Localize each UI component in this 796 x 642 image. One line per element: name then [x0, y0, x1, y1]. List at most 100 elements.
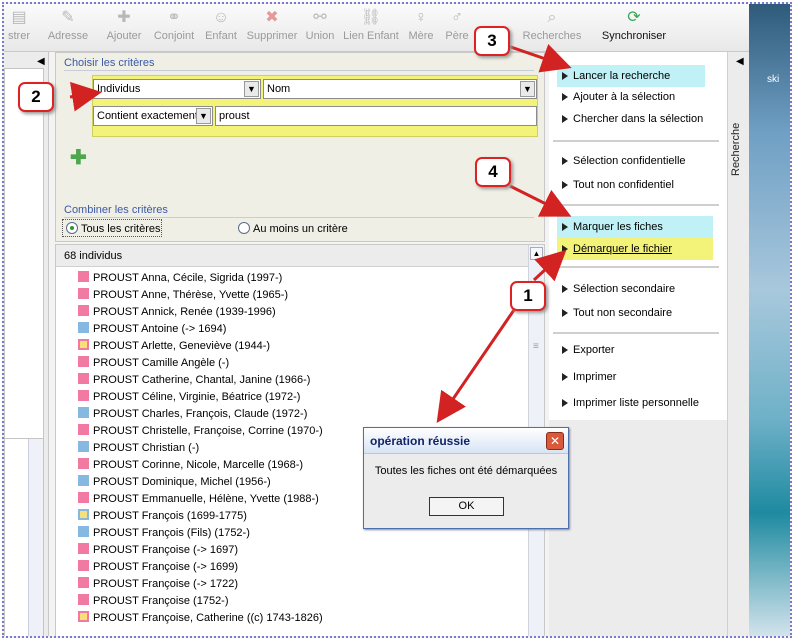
- chevron-down-icon[interactable]: ▼: [244, 81, 259, 97]
- toolbar-spouse-button[interactable]: ⚭ Conjoint: [150, 8, 198, 48]
- list-item-label: PROUST Camille Angèle (-): [93, 357, 230, 369]
- toolbar-father-button[interactable]: ♂ Père: [442, 8, 472, 48]
- field-select[interactable]: Nom ▼: [263, 79, 537, 99]
- screenshot-frame: ▤ strer ✎ Adresse ✚ Ajouter ⚭ Conjoint ☺ Enfa…: [2, 2, 792, 638]
- sex-marker-icon: [78, 339, 89, 350]
- left-panel-scrollbar[interactable]: [28, 439, 43, 636]
- callout-badge-4: 4: [475, 157, 511, 187]
- toolbar-mother-button[interactable]: ♀ Mère: [406, 8, 436, 48]
- list-item[interactable]: PROUST Antoine (-> 1694): [78, 321, 518, 338]
- chevron-down-icon[interactable]: ▼: [196, 108, 211, 124]
- radio-any-criterion[interactable]: Au moins un critère: [238, 222, 348, 235]
- list-item[interactable]: PROUST Catherine, Chantal, Janine (1966-…: [78, 372, 518, 389]
- list-item[interactable]: PROUST Françoise (-> 1697): [78, 542, 518, 559]
- list-item-label: PROUST Anna, Cécile, Sigrida (1997-): [93, 272, 283, 284]
- add-to-selection-button[interactable]: Ajouter à la sélection: [557, 86, 721, 108]
- sex-marker-icon: [78, 492, 89, 503]
- list-item[interactable]: PROUST Charles, François, Claude (1972-): [78, 406, 518, 423]
- list-item[interactable]: PROUST Camille Angèle (-): [78, 355, 518, 372]
- all-non-secondary-button[interactable]: Tout non secondaire: [557, 302, 721, 324]
- child-link-icon: ⛓: [360, 9, 382, 26]
- confidential-selection-button[interactable]: Sélection confidentielle: [557, 150, 721, 172]
- operator-select-value: Contient exactement: [97, 110, 198, 122]
- list-item-label: PROUST Céline, Virginie, Béatrice (1972-…: [93, 391, 301, 403]
- list-item-label: PROUST Françoise, Catherine ((c) 1743-18…: [93, 612, 323, 624]
- list-item[interactable]: PROUST Annick, Renée (1939-1996): [78, 304, 518, 321]
- toolbar-add-button[interactable]: ✚ Ajouter: [104, 8, 144, 48]
- collapse-right-icon[interactable]: ◀: [736, 56, 744, 67]
- toolbar-child-button[interactable]: ☺ Enfant: [202, 8, 240, 48]
- toolbar-delete-button[interactable]: ✖ Supprimer: [244, 8, 300, 48]
- list-item-label: PROUST Françoise (-> 1697): [93, 544, 238, 556]
- list-item[interactable]: PROUST Anna, Cécile, Sigrida (1997-): [78, 270, 518, 287]
- sync-icon: ⟳: [627, 9, 641, 26]
- mother-icon: ♀: [415, 9, 427, 26]
- sex-marker-icon: [78, 543, 89, 554]
- father-icon: ♂: [451, 9, 463, 26]
- toolbar-sync-button[interactable]: ⟳ Synchroniser: [598, 8, 670, 48]
- list-item[interactable]: PROUST Arlette, Geneviève (1944-): [78, 338, 518, 355]
- all-non-confidential-button[interactable]: Tout non confidentiel: [557, 174, 721, 196]
- main-toolbar: ▤ strer ✎ Adresse ✚ Ajouter ⚭ Conjoint ☺ Enfa…: [4, 4, 749, 52]
- list-item-label: PROUST Françoise (1752-): [93, 595, 229, 607]
- list-item[interactable]: PROUST Françoise (-> 1699): [78, 559, 518, 576]
- criteria-panel: Choisir les critères Individus ▼ Nom ▼ C…: [55, 52, 545, 242]
- list-item[interactable]: PROUST Céline, Virginie, Béatrice (1972-…: [78, 389, 518, 406]
- scroll-grip-icon[interactable]: ≡: [533, 341, 539, 352]
- dialog-message: Toutes les fiches ont été démarquées: [374, 465, 558, 477]
- close-icon[interactable]: ✕: [546, 432, 564, 450]
- list-item-label: PROUST Christelle, Françoise, Corrine (1…: [93, 425, 323, 437]
- sex-marker-icon: [78, 475, 89, 486]
- list-item-label: PROUST Catherine, Chantal, Janine (1966-…: [93, 374, 311, 386]
- export-button[interactable]: Exporter: [557, 339, 721, 361]
- list-item[interactable]: PROUST Françoise (1752-): [78, 593, 518, 610]
- launch-search-button[interactable]: Lancer la recherche: [557, 65, 705, 87]
- dialog-ok-button[interactable]: OK: [429, 497, 504, 516]
- sex-marker-icon: [78, 424, 89, 435]
- toolbar-address-button[interactable]: ✎ Adresse: [44, 8, 92, 48]
- search-in-selection-button[interactable]: Chercher dans la sélection: [557, 108, 721, 130]
- sex-marker-icon: [78, 509, 89, 520]
- secondary-selection-button[interactable]: Sélection secondaire: [557, 278, 721, 300]
- print-personal-list-button[interactable]: Imprimer liste personnelle: [557, 392, 721, 414]
- collapse-left-icon[interactable]: ◀: [37, 56, 45, 67]
- list-item-label: PROUST Annick, Renée (1939-1996): [93, 306, 276, 318]
- list-item-label: PROUST Antoine (-> 1694): [93, 323, 227, 335]
- add-criterion-icon[interactable]: ✚: [70, 145, 87, 170]
- union-icon: ⚯: [313, 9, 327, 26]
- list-item-label: PROUST Emmanuelle, Hélène, Yvette (1988-…: [93, 493, 319, 505]
- sex-marker-icon: [78, 305, 89, 316]
- unmark-file-button[interactable]: Démarquer le fichier: [557, 238, 713, 260]
- list-item[interactable]: PROUST Anne, Thérèse, Yvette (1965-): [78, 287, 518, 304]
- operator-select[interactable]: Contient exactement ▼: [93, 106, 213, 126]
- chevron-down-icon[interactable]: ▼: [520, 81, 535, 97]
- toolbar-union-button[interactable]: ⚯ Union: [304, 8, 336, 48]
- toolbar-child-link-button[interactable]: ⛓ Lien Enfant: [342, 8, 400, 48]
- left-side-panel: ◀: [4, 52, 49, 636]
- list-item-label: PROUST Françoise (-> 1722): [93, 578, 238, 590]
- entity-select-value: Individus: [97, 83, 141, 95]
- list-item[interactable]: PROUST Françoise, Catherine ((c) 1743-18…: [78, 610, 518, 627]
- delete-icon: ✖: [265, 9, 279, 26]
- sex-marker-icon: [78, 407, 89, 418]
- criteria-divider: [64, 70, 534, 71]
- radio-all-criteria[interactable]: Tous les critères: [66, 222, 160, 235]
- list-item[interactable]: PROUST Françoise (-> 1722): [78, 576, 518, 593]
- scroll-up-icon[interactable]: ▲: [530, 247, 543, 260]
- address-icon: ✎: [61, 9, 75, 26]
- entity-select[interactable]: Individus ▼: [93, 79, 261, 99]
- toolbar-register-button[interactable]: ▤ strer: [4, 8, 36, 48]
- search-side-tab[interactable]: ◀ Recherche: [727, 52, 749, 636]
- sex-marker-icon: [78, 594, 89, 605]
- list-item-label: PROUST François (Fils) (1752-): [93, 527, 250, 539]
- actions-divider: [553, 332, 719, 334]
- callout-badge-3: 3: [474, 26, 510, 56]
- actions-divider: [553, 204, 719, 206]
- print-button[interactable]: Imprimer: [557, 366, 721, 388]
- value-input[interactable]: proust: [215, 106, 537, 126]
- desktop-background: ski: [749, 4, 790, 636]
- mark-records-button[interactable]: Marquer les fiches: [557, 216, 713, 238]
- toolbar-searches-button[interactable]: ⌕ Recherches: [520, 8, 584, 48]
- sex-marker-icon: [78, 611, 89, 622]
- searches-icon: ⌕: [547, 9, 557, 26]
